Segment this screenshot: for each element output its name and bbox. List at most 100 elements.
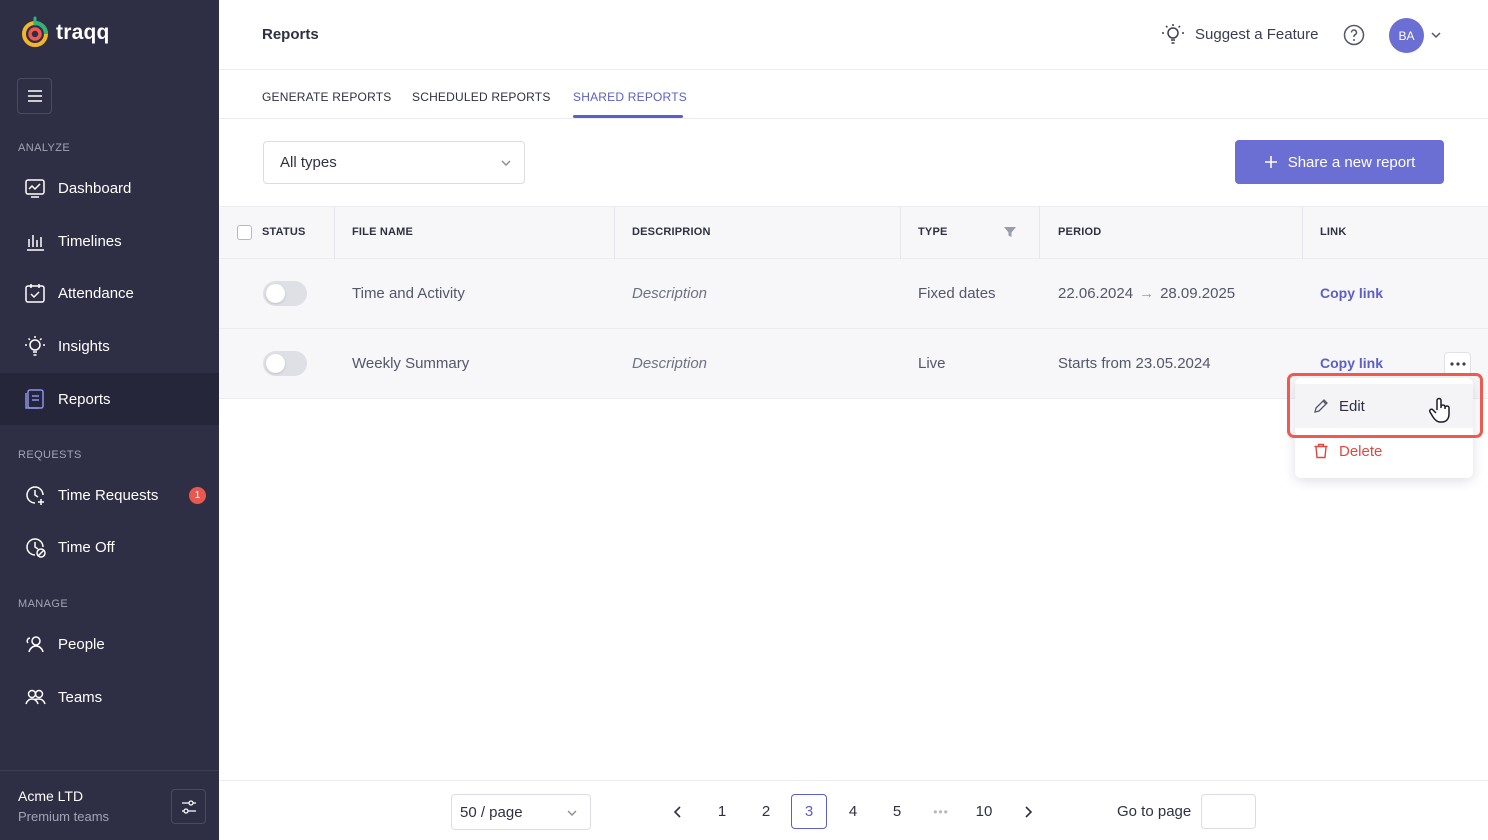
clock-plus-icon	[24, 484, 46, 506]
prev-page-button[interactable]	[660, 794, 696, 829]
copy-link[interactable]: Copy link	[1320, 355, 1383, 371]
period-from: 22.06.2024	[1058, 285, 1134, 302]
sidebar-item-label: Insights	[58, 337, 110, 355]
sliders-icon	[181, 799, 196, 814]
column-divider	[1039, 207, 1040, 260]
status-toggle[interactable]	[263, 351, 307, 376]
column-file-name[interactable]: FILE NAME	[352, 226, 413, 238]
hand-pointer-icon	[1428, 397, 1450, 423]
page-button-10[interactable]: 10	[966, 794, 1002, 829]
page-title: Reports	[262, 26, 319, 43]
organization-settings-button[interactable]	[171, 789, 206, 824]
sidebar-item-time-requests[interactable]: Time Requests 1	[0, 469, 219, 521]
chevron-left-icon	[673, 805, 681, 818]
brand-name: traqq	[56, 21, 110, 44]
column-type[interactable]: TYPE	[918, 226, 948, 238]
avatar[interactable]: BA	[1389, 18, 1424, 53]
table-header: STATUS FILE NAME DESCRIPRION TYPE PERIOD…	[219, 206, 1488, 260]
page-ellipsis[interactable]: •••	[923, 794, 959, 829]
organization-name: Acme LTD	[18, 788, 84, 804]
section-label-analyze: ANALYZE	[18, 142, 71, 154]
column-description[interactable]: DESCRIPRION	[632, 226, 711, 238]
sidebar-item-label: Reports	[58, 390, 111, 408]
share-new-report-button[interactable]: Share a new report	[1235, 140, 1444, 184]
tab-shared-reports[interactable]: SHARED REPORTS	[573, 90, 687, 104]
sidebar-item-time-off[interactable]: Time Off	[0, 521, 219, 573]
report-tabs: GENERATE REPORTS SCHEDULED REPORTS SHARE…	[219, 70, 1488, 119]
page-button-2[interactable]: 2	[748, 794, 784, 829]
file-name: Weekly Summary	[352, 355, 470, 372]
period: 22.06.2024 → 28.09.2025	[1058, 285, 1235, 302]
description: Description	[632, 355, 708, 372]
go-to-page-input[interactable]	[1201, 794, 1256, 829]
sidebar-item-attendance[interactable]: Attendance	[0, 267, 219, 319]
page-size-select[interactable]: 50 / page	[451, 794, 591, 830]
menu-toggle-button[interactable]	[17, 78, 52, 114]
filter-icon[interactable]	[1003, 225, 1017, 239]
type-filter-value: All types	[280, 154, 337, 171]
dashboard-icon	[24, 177, 46, 199]
go-to-page-label: Go to page	[1117, 803, 1192, 820]
pagination-bar: 50 / page 1 2 3 4 5 ••• 10 Go to page	[219, 780, 1488, 840]
people-icon	[24, 633, 46, 655]
copy-link[interactable]: Copy link	[1320, 285, 1383, 301]
hamburger-icon	[27, 90, 42, 102]
clock-off-icon	[24, 536, 46, 558]
tab-generate-reports[interactable]: GENERATE REPORTS	[262, 90, 391, 104]
sidebar-item-teams[interactable]: Teams	[0, 671, 219, 723]
lightbulb-icon	[1162, 24, 1184, 44]
sidebar-item-people[interactable]: People	[0, 618, 219, 670]
column-divider	[1302, 207, 1303, 260]
page-button-1[interactable]: 1	[704, 794, 740, 829]
organization-panel: Acme LTD Premium teams	[0, 770, 219, 840]
description: Description	[632, 285, 708, 302]
section-label-manage: MANAGE	[18, 598, 69, 610]
sidebar-item-insights[interactable]: Insights	[0, 320, 219, 372]
calendar-check-icon	[24, 282, 46, 304]
report-type: Live	[918, 355, 946, 372]
suggest-feature-button[interactable]: Suggest a Feature	[1161, 22, 1318, 46]
sidebar-item-reports[interactable]: Reports	[0, 373, 219, 425]
page-button-4[interactable]: 4	[835, 794, 871, 829]
sidebar-item-label: Teams	[58, 688, 103, 706]
select-all-checkbox[interactable]	[237, 225, 252, 240]
top-header: Reports Suggest a Feature BA	[219, 0, 1488, 70]
chevron-right-icon	[1025, 805, 1033, 818]
sidebar-item-timelines[interactable]: Timelines	[0, 215, 219, 267]
more-horizontal-icon	[1449, 362, 1466, 366]
page-button-3[interactable]: 3	[791, 794, 827, 829]
page-size-value: 50 / page	[460, 803, 523, 821]
delete-label: Delete	[1339, 442, 1383, 460]
help-icon[interactable]	[1343, 24, 1365, 46]
share-button-label: Share a new report	[1287, 153, 1416, 171]
logo[interactable]: traqq	[20, 16, 110, 50]
status-toggle[interactable]	[263, 281, 307, 306]
column-status[interactable]: STATUS	[262, 226, 306, 238]
column-period[interactable]: PERIOD	[1058, 226, 1101, 238]
file-name: Time and Activity	[352, 285, 465, 302]
chevron-down-icon[interactable]	[1429, 28, 1443, 42]
chevron-down-icon	[501, 160, 511, 166]
trash-icon	[1314, 443, 1328, 459]
reports-icon	[24, 388, 46, 410]
report-type: Fixed dates	[918, 285, 996, 302]
plus-icon	[1264, 156, 1277, 168]
traqq-logo-icon	[22, 16, 48, 47]
column-divider	[334, 207, 335, 260]
sidebar-item-label: Time Off	[58, 538, 115, 556]
notification-badge: 1	[189, 487, 206, 504]
type-filter-select[interactable]: All types	[263, 141, 525, 184]
section-label-requests: REQUESTS	[18, 449, 82, 461]
organization-plan: Premium teams	[18, 809, 110, 824]
sidebar-item-dashboard[interactable]: Dashboard	[0, 162, 219, 214]
timelines-icon	[24, 230, 46, 252]
sidebar: traqq ANALYZE Dashboard Timelines Attend…	[0, 0, 219, 840]
column-link[interactable]: LINK	[1320, 226, 1346, 238]
sidebar-item-label: Timelines	[58, 232, 122, 250]
tab-scheduled-reports[interactable]: SCHEDULED REPORTS	[412, 90, 551, 104]
arrow-right-icon: →	[1139, 285, 1155, 302]
page-button-5[interactable]: 5	[879, 794, 915, 829]
chevron-down-icon	[567, 810, 577, 816]
sidebar-item-label: People	[58, 635, 105, 653]
next-page-button[interactable]	[1010, 794, 1046, 829]
